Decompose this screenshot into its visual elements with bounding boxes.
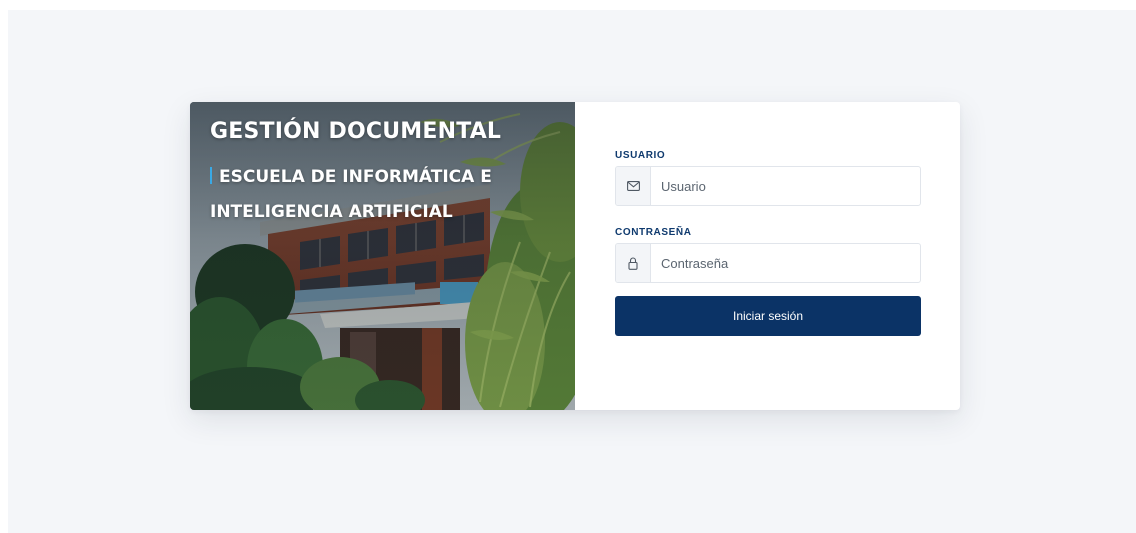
login-button[interactable]: Iniciar sesión bbox=[615, 296, 921, 336]
envelope-icon bbox=[616, 167, 651, 205]
hero-panel: GESTIÓN DOCUMENTAL ESCUELA DE INFORMÁTIC… bbox=[190, 102, 575, 410]
username-input-group bbox=[615, 166, 921, 206]
password-input-group bbox=[615, 243, 921, 283]
password-input[interactable] bbox=[651, 244, 920, 282]
page-background: GESTIÓN DOCUMENTAL ESCUELA DE INFORMÁTIC… bbox=[8, 10, 1136, 533]
login-form: USUARIO CONTRASEÑA bbox=[615, 102, 921, 410]
hero-title: GESTIÓN DOCUMENTAL bbox=[210, 119, 502, 144]
username-label: USUARIO bbox=[615, 150, 666, 161]
password-label: CONTRASEÑA bbox=[615, 227, 692, 238]
hero-subtitle: ESCUELA DE INFORMÁTICA E INTELIGENCIA AR… bbox=[210, 160, 540, 230]
hero-subtitle-text: ESCUELA DE INFORMÁTICA E INTELIGENCIA AR… bbox=[210, 167, 492, 222]
accent-bar bbox=[210, 167, 212, 184]
lock-icon bbox=[616, 244, 651, 282]
login-card: GESTIÓN DOCUMENTAL ESCUELA DE INFORMÁTIC… bbox=[190, 102, 960, 410]
building-photo bbox=[190, 102, 575, 410]
username-input[interactable] bbox=[651, 167, 920, 205]
